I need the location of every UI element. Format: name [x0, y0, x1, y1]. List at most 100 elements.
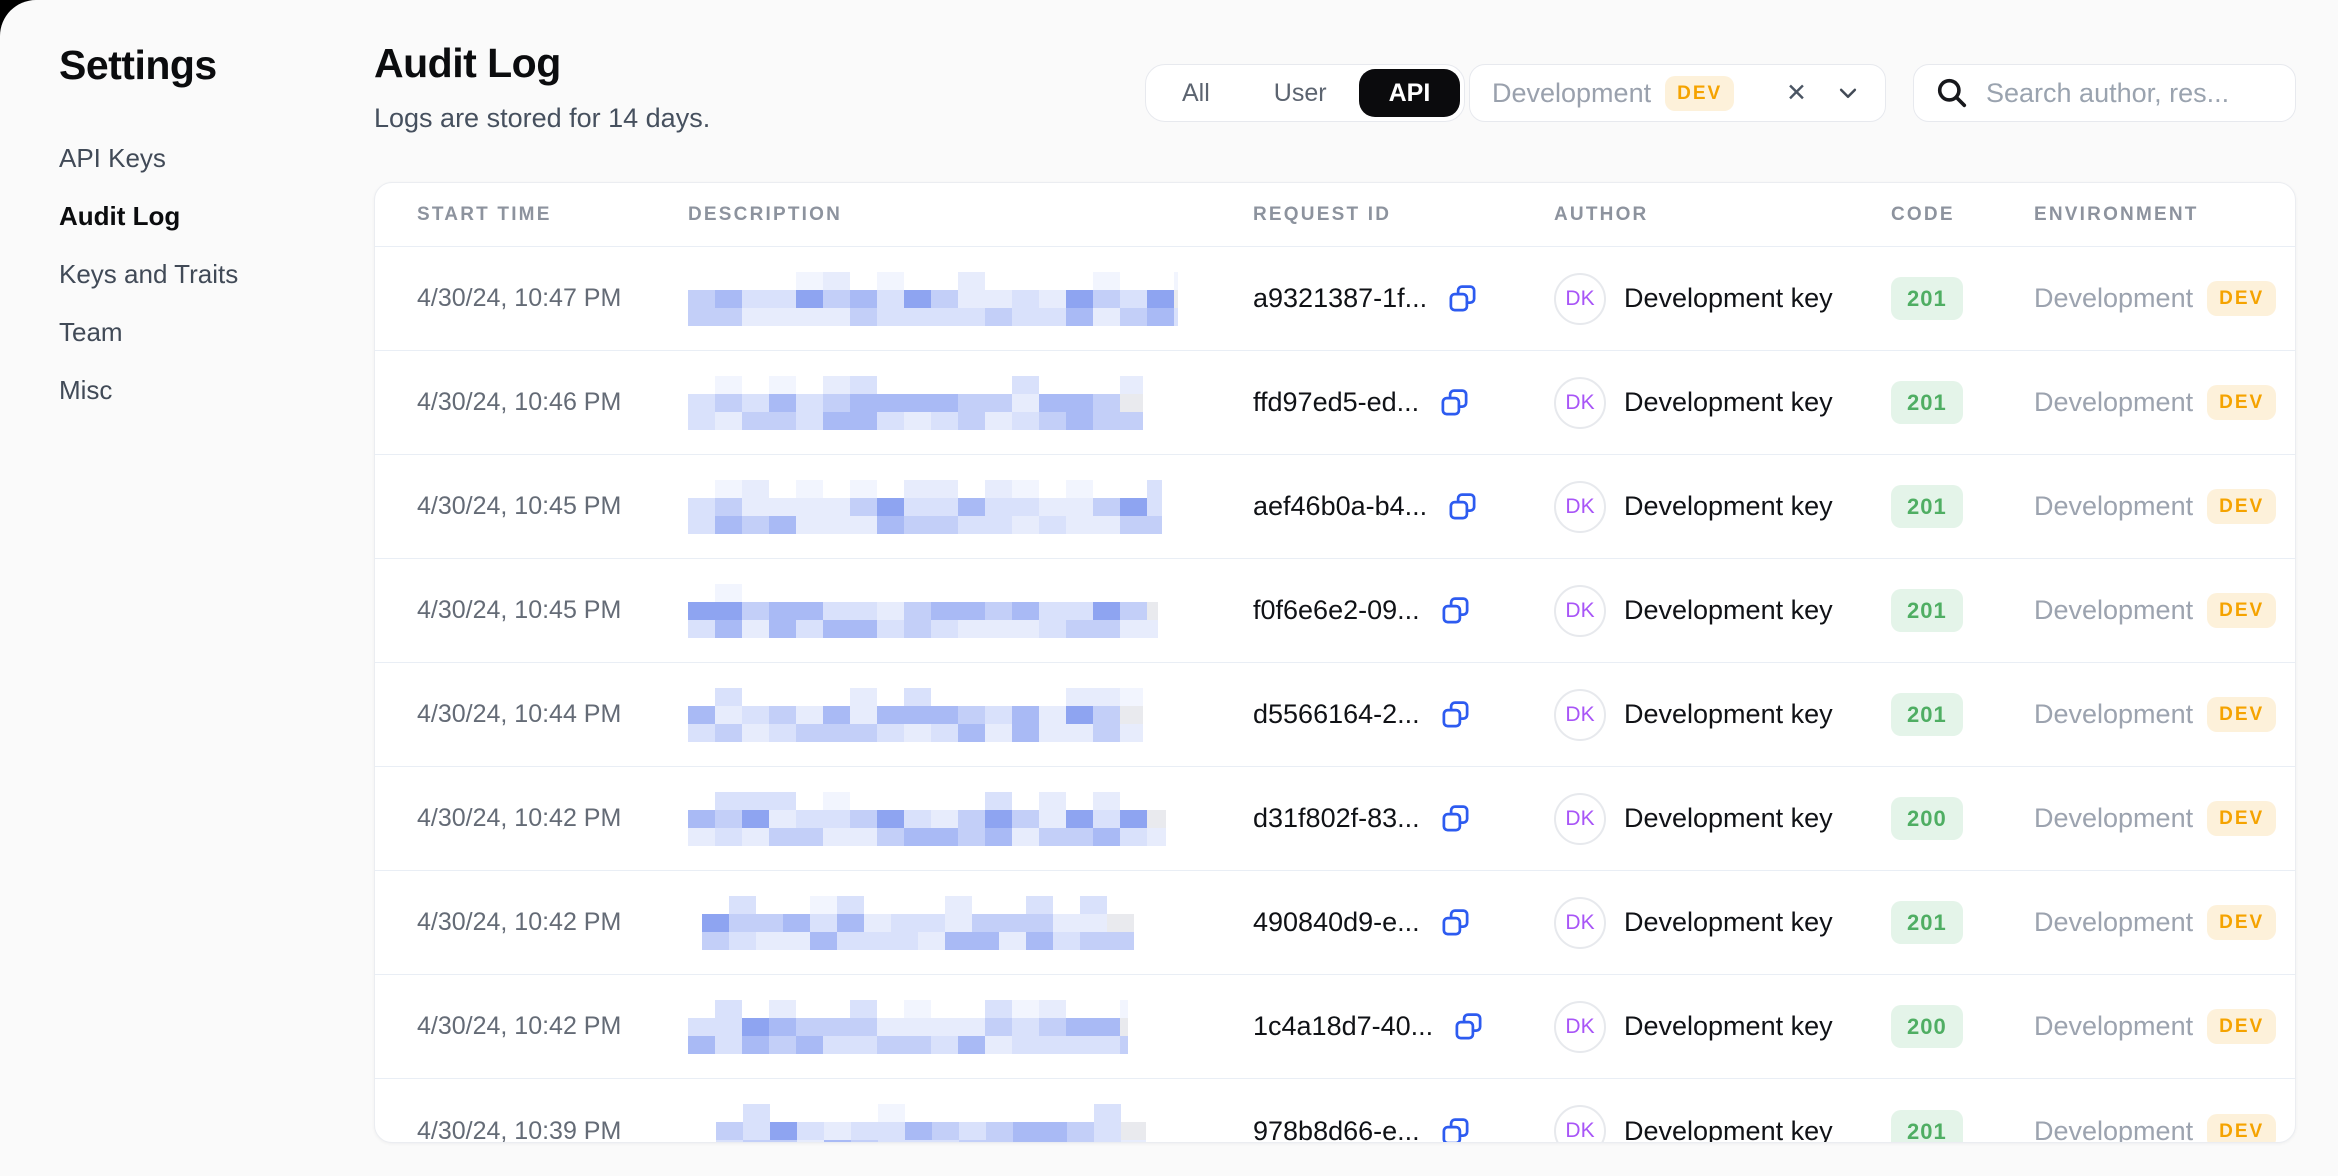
environment-name: Development — [2034, 803, 2193, 834]
author-name: Development key — [1624, 491, 1833, 522]
column-header-code: CODE — [1891, 204, 2034, 226]
request-id-cell: d5566164-2... — [1253, 699, 1554, 730]
environment-name: Development — [2034, 1116, 2193, 1144]
environment-dev-badge: DEV — [2207, 801, 2276, 836]
environment-dev-badge: DEV — [2207, 385, 2276, 420]
author-name: Development key — [1624, 803, 1833, 834]
table-row[interactable]: 4/30/24, 10:42 PM 490840d9-e... DK Devel… — [375, 871, 2295, 975]
status-code-badge: 201 — [1891, 485, 1963, 528]
status-code-badge: 201 — [1891, 277, 1963, 320]
environment-name: Development — [2034, 283, 2193, 314]
avatar: DK — [1554, 689, 1606, 741]
environment-cell: Development DEV — [2034, 905, 2295, 940]
sidebar-item-keys-and-traits[interactable]: Keys and Traits — [59, 261, 339, 288]
table-row[interactable]: 4/30/24, 10:44 PM d5566164-2... DK Devel… — [375, 663, 2295, 767]
copy-icon[interactable] — [1447, 283, 1478, 314]
description-cell — [688, 1000, 1253, 1054]
avatar: DK — [1554, 377, 1606, 429]
environment-name: Development — [2034, 1011, 2193, 1042]
start-time-cell: 4/30/24, 10:42 PM — [417, 1012, 688, 1041]
author-cell: DK Development key — [1554, 689, 1891, 741]
description-cell — [688, 896, 1253, 950]
author-name: Development key — [1624, 1011, 1833, 1042]
environment-name: Development — [2034, 387, 2193, 418]
request-id-text: d5566164-2... — [1253, 699, 1420, 730]
avatar: DK — [1554, 1001, 1606, 1053]
copy-icon[interactable] — [1439, 387, 1470, 418]
description-cell — [688, 376, 1253, 430]
table-body: 4/30/24, 10:47 PM a9321387-1f... DK Deve… — [375, 247, 2295, 1143]
status-code-badge: 201 — [1891, 901, 1963, 944]
table-row[interactable]: 4/30/24, 10:47 PM a9321387-1f... DK Deve… — [375, 247, 2295, 351]
copy-icon[interactable] — [1440, 907, 1471, 938]
code-cell: 201 — [1891, 589, 2034, 632]
column-header-environment: ENVIRONMENT — [2034, 204, 2295, 226]
environment-name: Development — [2034, 491, 2193, 522]
audit-log-table: START TIME DESCRIPTION REQUEST ID AUTHOR… — [374, 182, 2296, 1143]
avatar: DK — [1554, 273, 1606, 325]
environment-select[interactable]: Development DEV ✕ — [1469, 64, 1886, 122]
copy-icon[interactable] — [1440, 803, 1471, 834]
environment-cell: Development DEV — [2034, 281, 2295, 316]
author-name: Development key — [1624, 387, 1833, 418]
request-id-cell: aef46b0a-b4... — [1253, 491, 1554, 522]
table-row[interactable]: 4/30/24, 10:45 PM aef46b0a-b4... DK Deve… — [375, 455, 2295, 559]
description-cell — [688, 1104, 1253, 1143]
log-type-segmented-control: All User API — [1145, 64, 1465, 122]
code-cell: 200 — [1891, 797, 2034, 840]
environment-name: Development — [2034, 699, 2193, 730]
redacted-description — [702, 896, 1134, 950]
redacted-description — [688, 272, 1178, 326]
copy-icon[interactable] — [1447, 491, 1478, 522]
sidebar-item-audit-log[interactable]: Audit Log — [59, 203, 339, 230]
author-name: Development key — [1624, 595, 1833, 626]
sidebar-item-api-keys[interactable]: API Keys — [59, 145, 339, 172]
table-row[interactable]: 4/30/24, 10:45 PM f0f6e6e2-09... DK Deve… — [375, 559, 2295, 663]
author-cell: DK Development key — [1554, 585, 1891, 637]
clear-environment-icon[interactable]: ✕ — [1778, 78, 1815, 108]
table-row[interactable]: 4/30/24, 10:46 PM ffd97ed5-ed... DK Deve… — [375, 351, 2295, 455]
status-code-badge: 201 — [1891, 381, 1963, 424]
status-code-badge: 201 — [1891, 589, 1963, 632]
table-row[interactable]: 4/30/24, 10:39 PM 978b8d66-e... DK Devel… — [375, 1079, 2295, 1143]
redacted-description — [688, 792, 1166, 846]
tab-api[interactable]: API — [1359, 69, 1461, 117]
description-cell — [688, 480, 1253, 534]
table-row[interactable]: 4/30/24, 10:42 PM 1c4a18d7-40... DK Deve… — [375, 975, 2295, 1079]
copy-icon[interactable] — [1440, 1116, 1471, 1144]
request-id-text: 1c4a18d7-40... — [1253, 1011, 1433, 1042]
copy-icon[interactable] — [1453, 1011, 1484, 1042]
copy-icon[interactable] — [1440, 595, 1471, 626]
settings-page: Settings API Keys Audit Log Keys and Tra… — [0, 0, 2338, 1176]
author-name: Development key — [1624, 907, 1833, 938]
tab-all[interactable]: All — [1150, 69, 1242, 117]
author-cell: DK Development key — [1554, 377, 1891, 429]
filter-controls: All User API Development DEV ✕ — [0, 64, 2338, 122]
request-id-text: aef46b0a-b4... — [1253, 491, 1427, 522]
code-cell: 201 — [1891, 485, 2034, 528]
environment-dev-badge: DEV — [1665, 76, 1734, 111]
environment-name: Development — [2034, 907, 2193, 938]
author-name: Development key — [1624, 283, 1833, 314]
status-code-badge: 200 — [1891, 1005, 1963, 1048]
status-code-badge: 201 — [1891, 1110, 1963, 1144]
request-id-cell: 490840d9-e... — [1253, 907, 1554, 938]
copy-icon[interactable] — [1440, 699, 1471, 730]
environment-select-value: Development — [1492, 78, 1651, 109]
sidebar-item-misc[interactable]: Misc — [59, 377, 339, 404]
tab-user[interactable]: User — [1242, 69, 1359, 117]
table-row[interactable]: 4/30/24, 10:42 PM d31f802f-83... DK Deve… — [375, 767, 2295, 871]
start-time-cell: 4/30/24, 10:42 PM — [417, 908, 688, 937]
request-id-text: a9321387-1f... — [1253, 283, 1427, 314]
chevron-down-icon[interactable] — [1833, 78, 1863, 108]
search-input[interactable] — [1986, 78, 2275, 109]
environment-name: Development — [2034, 595, 2193, 626]
request-id-cell: 978b8d66-e... — [1253, 1116, 1554, 1144]
author-cell: DK Development key — [1554, 1001, 1891, 1053]
table-header-row: START TIME DESCRIPTION REQUEST ID AUTHOR… — [375, 183, 2295, 247]
request-id-cell: f0f6e6e2-09... — [1253, 595, 1554, 626]
sidebar-item-team[interactable]: Team — [59, 319, 339, 346]
environment-dev-badge: DEV — [2207, 1009, 2276, 1044]
environment-dev-badge: DEV — [2207, 281, 2276, 316]
avatar: DK — [1554, 585, 1606, 637]
